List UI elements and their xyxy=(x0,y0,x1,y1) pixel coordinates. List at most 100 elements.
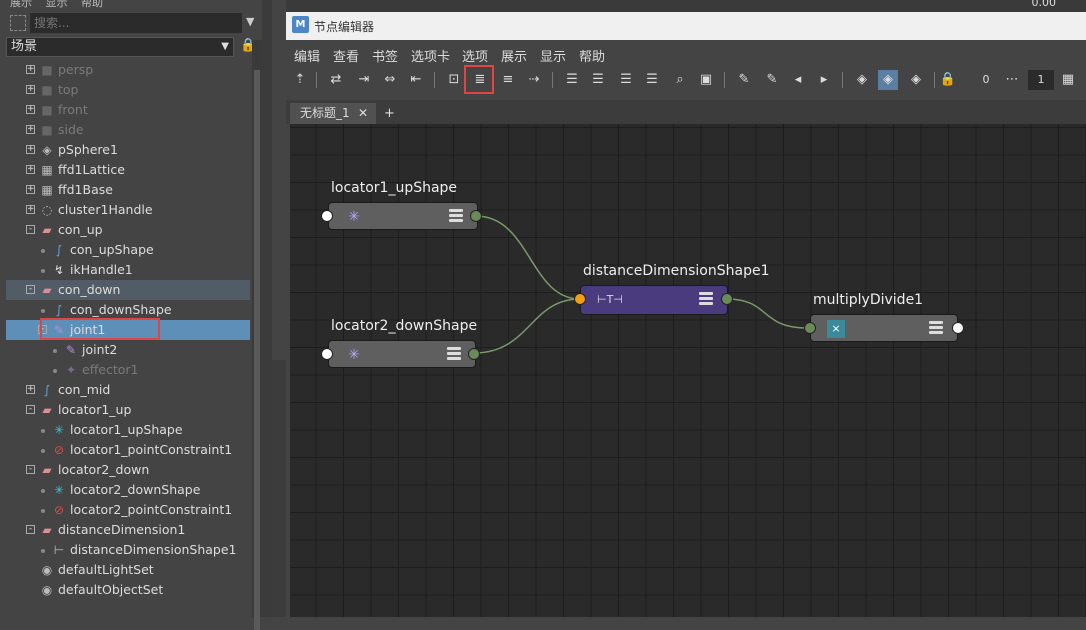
expand-icon[interactable]: + xyxy=(26,205,35,214)
node-locator2-downShape[interactable]: ✳ xyxy=(328,340,476,368)
outliner-item-ikHandle1[interactable]: ↯ ikHandle1 xyxy=(6,260,250,280)
input-port[interactable] xyxy=(804,322,816,334)
outliner-item-locator1_up[interactable]: - ▰ locator1_up xyxy=(6,400,250,420)
full-mode-icon[interactable]: ☰ xyxy=(616,70,636,90)
outliner-item-joint2[interactable]: ✎ joint2 xyxy=(6,340,250,360)
menu-edit[interactable]: 编辑 xyxy=(294,46,320,65)
outliner-item-front[interactable]: + ■ front xyxy=(6,100,250,120)
search-icon[interactable]: ⌕ xyxy=(670,70,690,90)
tab-untitled[interactable]: 无标题_1 ✕ xyxy=(290,103,376,124)
swap-icon[interactable]: ⇄ xyxy=(326,70,346,90)
outliner-item-distanceDimension1[interactable]: - ▰ distanceDimension1 xyxy=(6,520,250,540)
outliner-scrollbar[interactable] xyxy=(252,40,262,630)
attribute-menu-icon[interactable] xyxy=(929,321,943,335)
expand-icon[interactable]: + xyxy=(26,125,35,134)
expand-icon[interactable]: + xyxy=(26,385,35,394)
expand-icon[interactable]: + xyxy=(26,185,35,194)
outliner-item-con_downShape[interactable]: ∫ con_downShape xyxy=(6,300,250,320)
add-selected-icon[interactable]: ⇡ xyxy=(290,70,310,90)
outliner-item-top[interactable]: + ■ top xyxy=(6,80,250,100)
node-multiplyDivide1[interactable]: ⨯ xyxy=(810,314,958,342)
refresh-icon[interactable]: ◈ xyxy=(906,70,926,90)
expand-icon[interactable]: + xyxy=(26,105,35,114)
node-graph-canvas[interactable]: locator1_upShape ✳ locator2_downShape ✳ … xyxy=(290,124,1086,617)
menu-view[interactable]: 查看 xyxy=(333,46,359,65)
more-icon[interactable]: ▦ xyxy=(1058,70,1078,90)
outliner-item-ffd1Base[interactable]: + ▦ ffd1Base xyxy=(6,180,250,200)
menu-help[interactable]: 帮助 xyxy=(81,0,103,9)
menu-bookmarks[interactable]: 书签 xyxy=(372,46,398,65)
grid-size-label[interactable]: 0 xyxy=(976,70,996,90)
menu-options[interactable]: 选项 xyxy=(462,46,488,65)
menu-display[interactable]: 显示 xyxy=(540,46,566,65)
scene-select[interactable]: 场景 ▼ xyxy=(6,37,234,57)
outliner-item-ffd1Lattice[interactable]: + ▦ ffd1Lattice xyxy=(6,160,250,180)
search-dropdown-icon[interactable]: ▼ xyxy=(246,15,254,28)
expand-icon[interactable]: + xyxy=(26,65,35,74)
outliner-item-pSphere1[interactable]: + ◈ pSphere1 xyxy=(6,140,250,160)
node-distanceDimensionShape1[interactable]: ⊢T⊣ xyxy=(580,285,728,315)
grid-snap-icon[interactable]: ⋯ xyxy=(1002,70,1022,90)
collapse-icon[interactable]: - xyxy=(26,225,35,234)
expand-icon[interactable]: + xyxy=(26,145,35,154)
outliner-item-con_upShape[interactable]: ∫ con_upShape xyxy=(6,240,250,260)
custom-mode-icon[interactable]: ☰ xyxy=(642,70,662,90)
outliner-item-persp[interactable]: + ■ persp xyxy=(6,60,250,80)
collapse-icon[interactable]: - xyxy=(26,285,35,294)
connected-mode-icon[interactable]: ☰ xyxy=(588,70,608,90)
outliner-item-locator2_down[interactable]: - ▰ locator2_down xyxy=(6,460,250,480)
input-port[interactable] xyxy=(574,293,586,305)
layout-icon[interactable]: ≡ xyxy=(498,70,518,90)
attribute-menu-icon[interactable] xyxy=(699,292,713,306)
frame-all-icon[interactable]: ⊡ xyxy=(444,70,464,90)
menu-help[interactable]: 帮助 xyxy=(579,46,605,65)
outliner-item-locator2_downShape[interactable]: ✳ locator2_downShape xyxy=(6,480,250,500)
scrollbar-thumb[interactable] xyxy=(254,70,260,630)
bookmark-next-icon[interactable]: ▸ xyxy=(814,70,834,90)
panel-divider[interactable] xyxy=(262,0,272,617)
close-icon[interactable]: ✕ xyxy=(358,103,368,124)
output-port[interactable] xyxy=(470,210,482,222)
bookmark-prev-icon[interactable]: ◂ xyxy=(788,70,808,90)
collapse-icon[interactable]: - xyxy=(26,405,35,414)
outliner-item-con_down[interactable]: - ▰ con_down xyxy=(6,280,250,300)
output-port[interactable] xyxy=(468,348,480,360)
outliner-item-locator1_upShape[interactable]: ✳ locator1_upShape xyxy=(6,420,250,440)
input-port[interactable] xyxy=(321,210,333,222)
input-port[interactable] xyxy=(321,348,333,360)
simple-mode-icon[interactable]: ☰ xyxy=(562,70,582,90)
outliner-item-locator2_pointConstraint1[interactable]: ⊘ locator2_pointConstraint1 xyxy=(6,500,250,520)
bookmark-edit-icon[interactable]: ✎ xyxy=(762,70,782,90)
bookmark-add-icon[interactable]: ✎ xyxy=(734,70,754,90)
expand-icon[interactable]: + xyxy=(26,85,35,94)
outliner-item-distanceDimensionShape1[interactable]: ⊢ distanceDimensionShape1 xyxy=(6,540,250,560)
toolbar-number-field[interactable]: 1 xyxy=(1028,70,1054,90)
shader-icon[interactable]: ◈ xyxy=(852,70,872,90)
outliner-item-cluster1Handle[interactable]: + ◌ cluster1Handle xyxy=(6,200,250,220)
both-connections-icon[interactable]: ⇔ xyxy=(380,70,400,90)
collapse-icon[interactable]: - xyxy=(26,525,35,534)
outliner-item-defaultLightSet[interactable]: ◉ defaultLightSet xyxy=(6,560,250,580)
attribute-menu-icon[interactable] xyxy=(447,347,461,361)
menu-show[interactable]: 展示 xyxy=(501,46,527,65)
menu-tabs[interactable]: 选项卡 xyxy=(411,46,450,65)
add-tab-button[interactable]: + xyxy=(384,103,398,124)
filter-icon[interactable] xyxy=(10,15,26,31)
node-locator1-upShape[interactable]: ✳ xyxy=(328,202,478,230)
output-port[interactable] xyxy=(721,293,733,305)
expand-icon[interactable]: + xyxy=(26,165,35,174)
outliner-item-effector1[interactable]: ✦ effector1 xyxy=(6,360,250,380)
swatch-icon[interactable]: ▣ xyxy=(696,70,716,90)
search-input[interactable] xyxy=(30,13,238,33)
outliner-item-con_mid[interactable]: + ∫ con_mid xyxy=(6,380,250,400)
attribute-menu-icon[interactable] xyxy=(449,209,463,223)
menu-display[interactable]: 展示 xyxy=(10,0,32,9)
output-connections-icon[interactable]: ⇤ xyxy=(406,70,426,90)
outliner-item-defaultObjectSet[interactable]: ◉ defaultObjectSet xyxy=(6,580,250,600)
outliner-item-side[interactable]: + ■ side xyxy=(6,120,250,140)
pin-icon[interactable]: ⇢ xyxy=(524,70,544,90)
outliner-item-locator1_pointConstraint1[interactable]: ⊘ locator1_pointConstraint1 xyxy=(6,440,250,460)
collapse-icon[interactable]: - xyxy=(26,465,35,474)
input-connections-icon[interactable]: ⇥ xyxy=(354,70,374,90)
menu-show[interactable]: 显示 xyxy=(46,0,68,9)
